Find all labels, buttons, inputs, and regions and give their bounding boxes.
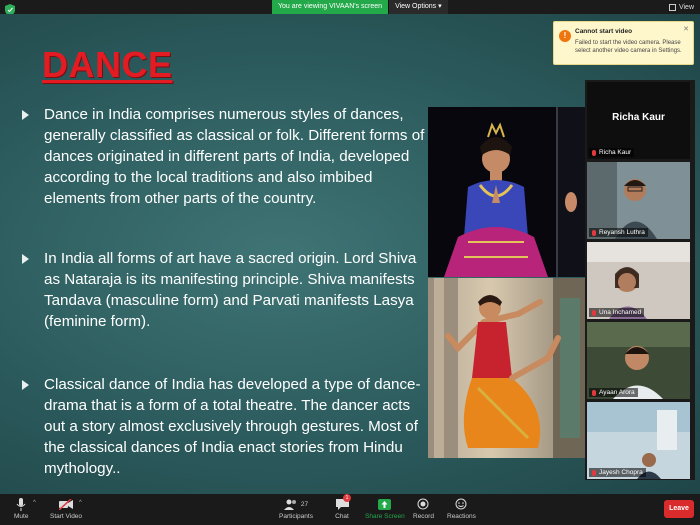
chat-badge: 1 (343, 494, 351, 502)
chevron-up-icon[interactable]: ^ (79, 500, 82, 506)
screen-share-banner: You are viewing VIVAAN's screen View Opt… (272, 0, 448, 14)
chat-icon: 1 (335, 494, 351, 511)
close-icon[interactable]: ✕ (683, 25, 689, 33)
start-video-label: Start Video (50, 513, 83, 520)
viewing-screen-label: You are viewing VIVAAN's screen (272, 0, 389, 14)
share-screen-icon (378, 497, 392, 511)
bullet-arrow-icon (22, 380, 29, 390)
participant-name-tag: Una Inchamed (589, 308, 645, 317)
meeting-toolbar: Mute ^ Start Video ^ 27 Participants 1 C… (0, 494, 700, 525)
reactions-button[interactable]: Reactions (447, 497, 476, 520)
grid-view-icon (668, 4, 676, 11)
slide-bullet: In India all forms of art have a sacred … (22, 248, 430, 332)
participant-tile[interactable]: Richa Kaur Richa Kaur (587, 82, 690, 159)
view-options-button[interactable]: View Options ▾ (388, 0, 448, 14)
notification-body: Failed to start the video camera. Please… (575, 40, 682, 54)
participant-name: Una Inchamed (599, 309, 642, 316)
bullet-text: Dance in India comprises numerous styles… (44, 106, 425, 207)
warning-icon: ! (559, 30, 571, 42)
leave-button[interactable]: Leave (664, 500, 694, 518)
participant-video-panel: Richa Kaur Richa Kaur Reyansh Luthra Una… (585, 80, 695, 480)
participant-tile[interactable]: Una Inchamed (587, 242, 690, 319)
participant-tile[interactable]: Ayaan Arora (587, 322, 690, 399)
participant-name: Reyansh Luthra (599, 229, 645, 236)
participant-tile[interactable]: Reyansh Luthra (587, 162, 690, 239)
participant-big-name: Richa Kaur (612, 112, 665, 123)
participants-count: 27 (300, 500, 309, 508)
chevron-up-icon[interactable]: ^ (33, 500, 36, 506)
record-icon (416, 497, 430, 511)
chevron-down-icon: ▾ (438, 3, 442, 10)
reactions-label: Reactions (447, 513, 476, 520)
microphone-icon (14, 497, 28, 511)
share-screen-button[interactable]: Share Screen (365, 497, 405, 520)
cannot-start-video-notification: ! Cannot start video Failed to start the… (553, 21, 694, 65)
view-button-label: View (678, 4, 694, 11)
mic-muted-icon (592, 229, 596, 236)
participant-name: Ayaan Arora (599, 389, 635, 396)
bullet-arrow-icon (22, 254, 29, 264)
dancer-photo-pose (428, 278, 585, 458)
chat-label: Chat (335, 513, 349, 520)
participants-button[interactable]: 27 Participants (279, 497, 313, 520)
record-button[interactable]: Record (413, 497, 434, 520)
start-video-button[interactable]: Start Video (50, 497, 82, 520)
mute-button[interactable]: Mute (14, 497, 28, 520)
participant-tile[interactable]: Jayesh Chopra (587, 402, 690, 479)
bullet-text: Classical dance of India has developed a… (44, 376, 421, 477)
view-button[interactable]: View (668, 4, 694, 11)
participant-name-tag: Richa Kaur (589, 148, 635, 157)
mic-muted-icon (592, 389, 596, 396)
participants-label: Participants (279, 513, 313, 520)
slide-bullet: Classical dance of India has developed a… (22, 374, 430, 479)
slide-title: DANCE (42, 44, 173, 85)
participant-name-tag: Jayesh Chopra (589, 468, 646, 477)
notification-title: Cannot start video (575, 28, 633, 35)
mute-label: Mute (14, 513, 29, 520)
participant-name-tag: Ayaan Arora (589, 388, 638, 397)
share-screen-label: Share Screen (365, 513, 405, 520)
participant-name-tag: Reyansh Luthra (589, 228, 648, 237)
mic-muted-icon (592, 469, 596, 476)
participant-name: Jayesh Chopra (599, 469, 643, 476)
chat-button[interactable]: 1 Chat (335, 494, 351, 520)
video-off-icon (59, 497, 74, 511)
bullet-text: In India all forms of art have a sacred … (44, 250, 417, 330)
slide-bullet: Dance in India comprises numerous styles… (22, 104, 430, 209)
mic-muted-icon (592, 149, 596, 156)
bullet-arrow-icon (22, 110, 29, 120)
participant-name: Richa Kaur (599, 149, 632, 156)
mic-muted-icon (592, 309, 596, 316)
smiley-icon (454, 497, 468, 511)
participants-icon: 27 (281, 497, 311, 511)
dancer-photo-namaste (428, 107, 585, 277)
record-label: Record (413, 513, 434, 520)
view-options-label: View Options (395, 3, 437, 10)
